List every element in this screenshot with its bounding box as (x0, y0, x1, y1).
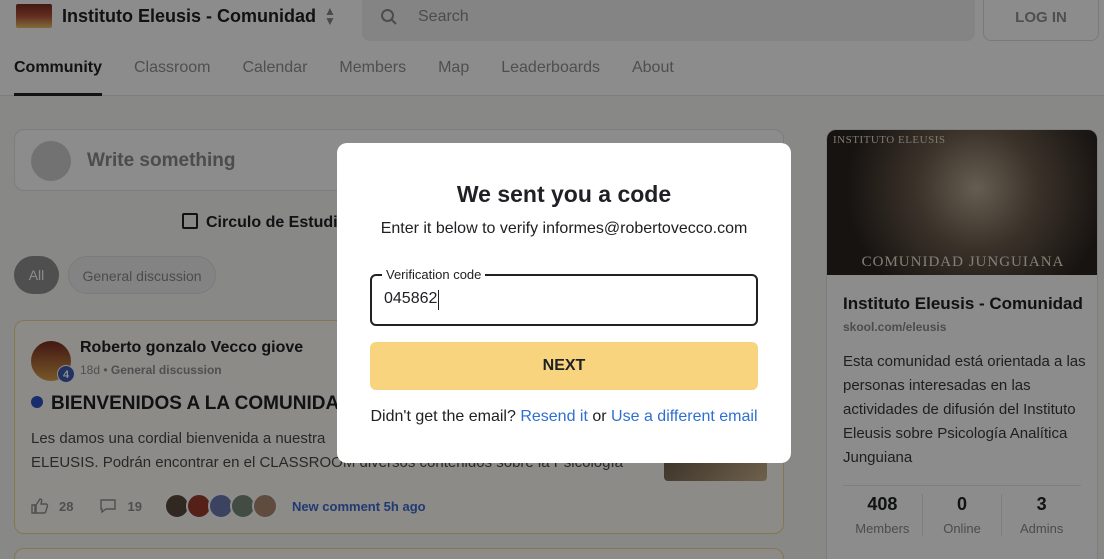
dialog-subtitle: Enter it below to verify informes@robert… (380, 220, 748, 237)
dialog-title: We sent you a code (456, 181, 672, 207)
next-button[interactable]: NEXT (370, 342, 758, 390)
different-email-link[interactable]: Use a different email (611, 408, 757, 425)
text-caret (438, 290, 439, 310)
resend-link[interactable]: Resend it (520, 408, 588, 425)
verification-code-field[interactable]: Verification code (370, 267, 758, 326)
resend-prompt: Didn't get the email? (370, 408, 516, 425)
resend-line: Didn't get the email? Resend it or Use a… (337, 408, 791, 426)
verification-dialog: We sent you a code Enter it below to ver… (337, 143, 791, 463)
or-text: or (592, 408, 607, 425)
field-label: Verification code (382, 267, 486, 282)
